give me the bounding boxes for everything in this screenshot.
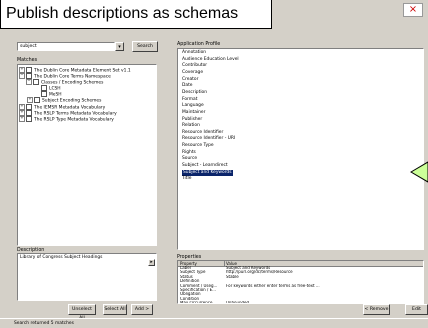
profile-item[interactable]: Contributor: [182, 63, 207, 70]
unselect-all-button[interactable]: Unselect All: [68, 304, 96, 321]
window-close-button[interactable]: ×: [403, 3, 423, 17]
profile-item[interactable]: Description: [182, 90, 207, 97]
profile-item[interactable]: Title: [182, 176, 191, 183]
add-label: Add >: [134, 307, 150, 312]
expand-icon[interactable]: −: [19, 73, 25, 79]
status-bar: Search returned 5 matches: [0, 318, 428, 328]
search-dropdown-button[interactable]: ▾: [115, 42, 124, 51]
search-button[interactable]: Search: [132, 41, 158, 52]
description-scroll-button[interactable]: ▸: [148, 259, 155, 266]
description-box: Library of Congress Subject Headings: [17, 253, 157, 301]
profile-item[interactable]: Resource Type: [182, 143, 214, 150]
application-profile-list[interactable]: Annotation Audience Education Level Contri…: [177, 48, 424, 250]
remove-button[interactable]: < Remove: [363, 304, 390, 315]
select-all-label: Select All: [104, 307, 126, 312]
tree-item[interactable]: + The RSLP Type Metadata Vocabulary: [19, 116, 114, 124]
add-button[interactable]: Add >: [131, 304, 153, 315]
green-arrow-icon: [410, 161, 428, 183]
callout-text: Publish descriptions as schemas: [6, 5, 239, 22]
search-input[interactable]: subject: [17, 42, 115, 51]
expand-icon[interactable]: −: [26, 79, 32, 85]
description-text: Library of Congress Subject Headings: [20, 255, 103, 260]
tree-item-label: The RSLP Type Metadata Vocabulary: [34, 117, 114, 123]
matches-tree[interactable]: + The Dublin Core Metadata Element Set v1…: [17, 64, 157, 246]
properties-table[interactable]: Property Value Label Subject and Keywords…: [177, 260, 424, 304]
select-all-button[interactable]: Select All: [103, 304, 127, 315]
close-icon: ×: [408, 4, 418, 15]
checkbox[interactable]: [26, 116, 32, 122]
expand-icon[interactable]: +: [27, 97, 33, 103]
checkbox[interactable]: [34, 97, 40, 103]
edit-button[interactable]: Edit: [405, 304, 428, 315]
expand-icon[interactable]: +: [19, 116, 25, 122]
profile-item[interactable]: Subject - Learndirect: [182, 163, 228, 170]
property-name-cell: Max Occurrence: [180, 301, 213, 304]
application-profile-label: Application Profile: [177, 42, 221, 47]
search-value: subject: [20, 44, 37, 49]
profile-item[interactable]: Relation: [182, 123, 200, 130]
tree-item-label: Subject Encoding Schemes: [42, 98, 102, 104]
profile-item[interactable]: Date: [182, 83, 193, 90]
profile-item[interactable]: Annotation: [182, 50, 206, 57]
callout-title: Publish descriptions as schemas: [0, 0, 272, 29]
profile-item[interactable]: Source: [182, 156, 197, 163]
status-text: Search returned 5 matches: [14, 321, 74, 326]
edit-label: Edit: [412, 307, 421, 312]
remove-label: < Remove: [364, 307, 389, 312]
profile-item[interactable]: Language: [182, 103, 204, 110]
chevron-down-icon: ▾: [118, 44, 121, 50]
profile-item[interactable]: Maintainer: [182, 110, 205, 117]
scroll-icon: ▸: [150, 260, 153, 265]
matches-label: Matches: [17, 58, 38, 63]
profile-item[interactable]: Coverage: [182, 70, 203, 77]
search-button-label: Search: [137, 44, 153, 49]
